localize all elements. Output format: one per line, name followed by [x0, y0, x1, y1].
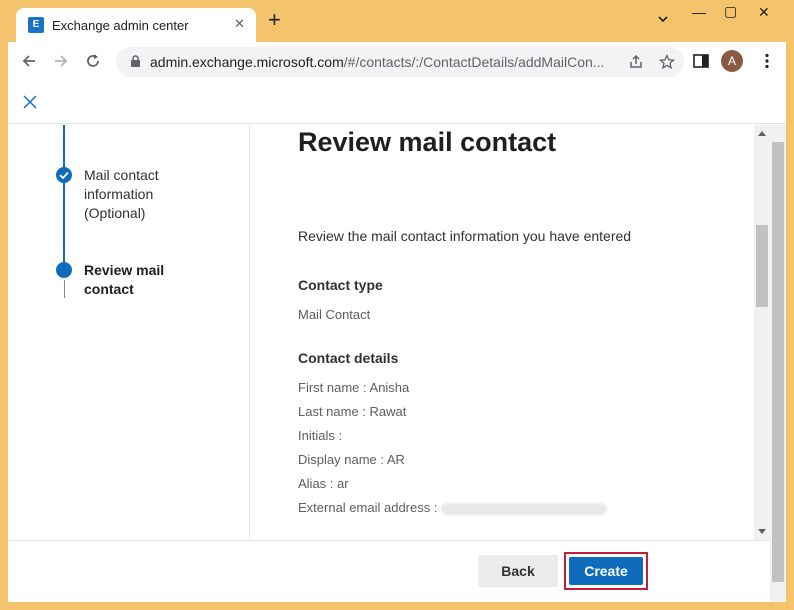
- step-label-review-mail-contact[interactable]: Review mail contact: [84, 261, 164, 299]
- stepper-connector: [63, 183, 65, 262]
- step-completed-check-icon: [56, 167, 72, 183]
- close-window-icon[interactable]: ✕: [758, 4, 770, 21]
- bookmark-star-icon[interactable]: [659, 54, 675, 70]
- side-panel-icon[interactable]: [692, 52, 710, 70]
- panel-header: [8, 80, 786, 124]
- page-scroll-thumb[interactable]: [772, 142, 784, 582]
- detail-display-name: Display name : AR: [298, 452, 405, 467]
- forward-arrow-icon[interactable]: [52, 52, 70, 70]
- detail-first-name: First name : Anisha: [298, 380, 410, 395]
- tab-title: Exchange admin center: [52, 18, 189, 33]
- stepper-connector: [64, 280, 65, 298]
- contact-type-heading: Contact type: [298, 277, 383, 293]
- page-content: Mail contact information (Optional) Revi…: [8, 80, 786, 602]
- more-menu-icon[interactable]: [758, 52, 776, 70]
- wizard-stepper: Mail contact information (Optional) Revi…: [8, 125, 250, 540]
- create-button-highlight: Create: [564, 552, 648, 590]
- intro-text: Review the mail contact information you …: [298, 228, 632, 244]
- address-bar[interactable]: admin.exchange.microsoft.com/#/contacts/…: [116, 47, 684, 77]
- lock-icon: [131, 55, 140, 67]
- create-button[interactable]: Create: [569, 557, 643, 585]
- page-title: Review mail contact: [298, 127, 557, 157]
- reload-icon[interactable]: [84, 52, 102, 70]
- share-icon[interactable]: [628, 54, 644, 70]
- contact-type-value: Mail Contact: [298, 307, 371, 322]
- tab-strip: E Exchange admin center ✕ + — ▢ ✕: [0, 0, 794, 42]
- new-tab-icon[interactable]: +: [268, 9, 281, 31]
- maximize-icon[interactable]: ▢: [724, 3, 737, 20]
- contact-details-heading: Contact details: [298, 350, 399, 366]
- detail-external-email: External email address :: [298, 500, 608, 515]
- url-text: admin.exchange.microsoft.com/#/contacts/…: [150, 54, 605, 70]
- tab-search-chevron-icon[interactable]: [656, 12, 670, 26]
- detail-last-name: Last name : Rawat: [298, 404, 407, 419]
- stepper-connector: [63, 125, 65, 169]
- content-scroll-thumb[interactable]: [756, 225, 768, 307]
- wizard-footer: Back Create: [8, 540, 770, 602]
- step-current-dot-icon: [56, 262, 72, 278]
- exchange-logo-icon: E: [28, 17, 44, 33]
- step-label-mail-contact-information[interactable]: Mail contact information (Optional): [84, 166, 159, 223]
- close-panel-icon[interactable]: [22, 94, 38, 110]
- back-button[interactable]: Back: [478, 555, 558, 587]
- content-scrollbar[interactable]: [754, 125, 770, 540]
- browser-toolbar: admin.exchange.microsoft.com/#/contacts/…: [8, 42, 786, 80]
- profile-avatar[interactable]: A: [721, 50, 743, 72]
- scroll-up-arrow-icon[interactable]: [758, 131, 766, 136]
- detail-initials: Initials :: [298, 428, 343, 443]
- back-arrow-icon[interactable]: [20, 52, 38, 70]
- window-frame: E Exchange admin center ✕ + — ▢ ✕ admin.…: [0, 0, 794, 610]
- close-tab-icon[interactable]: ✕: [234, 16, 245, 32]
- minimize-icon[interactable]: —: [692, 4, 706, 20]
- scroll-down-arrow-icon[interactable]: [758, 529, 766, 534]
- browser-tab[interactable]: E Exchange admin center ✕: [16, 8, 256, 42]
- review-content: Review mail contact Review the mail cont…: [251, 125, 754, 540]
- redacted-email: [441, 502, 608, 515]
- detail-alias: Alias : ar: [298, 476, 349, 491]
